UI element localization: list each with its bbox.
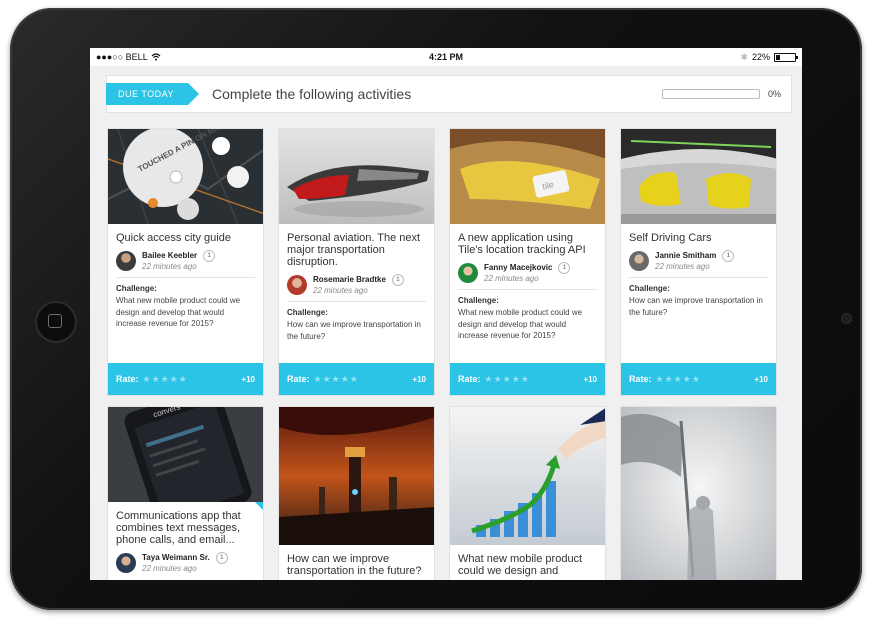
author-time: 22 minutes ago	[142, 564, 197, 573]
status-bar: ●●●○○ BELL 4:21 PM ✱ 22%	[90, 48, 802, 66]
battery-percent: 22%	[751, 52, 770, 62]
author-name: Bailee Keebler	[142, 251, 198, 261]
points-label: +10	[412, 374, 426, 384]
due-today-tag: DUE TODAY	[106, 83, 200, 105]
challenge-text: What new mobile product could we design …	[458, 308, 583, 340]
comment-count[interactable]: 1	[558, 262, 571, 274]
card-image-flag	[621, 407, 776, 580]
bluetooth-icon: ✱	[740, 51, 748, 62]
avatar	[287, 274, 307, 295]
avatar	[116, 250, 136, 271]
activity-card[interactable]: Personal aviation. The next major transp…	[278, 128, 435, 396]
progress: 0%	[661, 89, 781, 99]
card-image-phone: convers	[108, 407, 263, 502]
activity-card[interactable]: TOUCHED A PIN ON MAP Quick access city g…	[107, 128, 264, 396]
divider	[287, 301, 426, 302]
screen: ●●●○○ BELL 4:21 PM ✱ 22% DUE TODAY Compl…	[90, 48, 802, 580]
author-time: 22 minutes ago	[313, 286, 368, 295]
author-time: 22 minutes ago	[484, 274, 539, 283]
rate-label: Rate:	[458, 374, 481, 384]
avatar	[629, 250, 649, 271]
card-author: Taya Weimann Sr. 1 22 minutes ago	[116, 552, 255, 573]
card-image-map: TOUCHED A PIN ON MAP	[108, 129, 263, 224]
points-label: +10	[754, 374, 768, 384]
avatar	[458, 262, 478, 283]
star-rating[interactable]: ★★★★★	[485, 374, 530, 385]
rate-label: Rate:	[116, 374, 139, 384]
progress-bar	[661, 89, 760, 99]
challenge-text: How can we improve transportation in the…	[629, 296, 763, 317]
divider	[629, 277, 768, 278]
due-today-bar: DUE TODAY Complete the following activit…	[106, 75, 792, 113]
challenge-text: What new mobile product could we design …	[116, 296, 241, 328]
card-title: Personal aviation. The next major transp…	[287, 232, 421, 268]
wifi-icon	[151, 53, 161, 61]
challenge-text: How can we improve transportation in the…	[287, 320, 421, 341]
progress-label: 0%	[767, 89, 781, 99]
card-image-car-interior	[621, 129, 776, 224]
card-author: Bailee Keebler 1 22 minutes ago	[116, 250, 255, 271]
comment-count[interactable]: 1	[203, 250, 216, 262]
author-name: Rosemarie Bradtke	[313, 275, 386, 285]
card-title: What new mobile product could we design …	[458, 553, 583, 577]
activity-card[interactable]	[620, 406, 777, 580]
points-label: +10	[583, 374, 597, 384]
home-button[interactable]	[35, 301, 77, 343]
activity-card[interactable]: What new mobile product could we design …	[449, 406, 606, 580]
card-title: Quick access city guide	[116, 232, 231, 244]
card-image-tile: tile	[450, 129, 605, 224]
challenge-label: Challenge:	[287, 308, 328, 317]
author-time: 22 minutes ago	[655, 262, 710, 271]
card-author: Jannie Smitham 1 22 minutes ago	[629, 250, 768, 271]
avatar	[116, 552, 136, 573]
star-rating[interactable]: ★★★★★	[314, 374, 359, 385]
rate-bar: Rate: ★★★★★ +10	[108, 363, 263, 395]
author-name: Fanny Macejkovic	[484, 263, 553, 273]
card-image-futuristic-city	[279, 407, 434, 545]
points-label: +10	[241, 374, 255, 384]
card-author: Rosemarie Bradtke 1 22 minutes ago	[287, 274, 426, 295]
activity-card[interactable]: convers Communications app that combines…	[107, 406, 264, 580]
comment-count[interactable]: 1	[215, 552, 228, 564]
camera-icon	[842, 314, 851, 323]
card-title: A new application using Tile's location …	[458, 232, 586, 256]
card-title: Self Driving Cars	[629, 232, 712, 244]
carrier-label: ●●●○○ BELL	[96, 52, 148, 62]
card-author: Fanny Macejkovic 1 22 minutes ago	[458, 262, 597, 283]
new-badge	[255, 502, 263, 510]
rate-label: Rate:	[629, 374, 652, 384]
card-title: How can we improve transportation in the…	[287, 553, 422, 577]
challenge-label: Challenge:	[116, 284, 157, 293]
divider	[116, 277, 255, 278]
challenge-label: Challenge:	[458, 296, 499, 305]
star-rating[interactable]: ★★★★★	[143, 374, 188, 385]
author-time: 22 minutes ago	[142, 262, 197, 271]
card-title: Communications app that combines text me…	[116, 510, 241, 546]
card-image-growth-chart	[450, 407, 605, 545]
rate-label: Rate:	[287, 374, 310, 384]
clock: 4:21 PM	[428, 52, 463, 62]
card-image-vehicle	[279, 129, 434, 224]
divider	[458, 289, 597, 290]
activity-card[interactable]: tile A new application using Tile's loca…	[449, 128, 606, 396]
due-title: Complete the following activities	[212, 86, 412, 102]
author-name: Taya Weimann Sr.	[142, 553, 210, 563]
comment-count[interactable]: 1	[391, 274, 404, 286]
rate-bar: Rate: ★★★★★ +10	[621, 363, 776, 395]
activity-card[interactable]: Self Driving Cars Jannie Smitham 1 22 min…	[620, 128, 777, 396]
rate-bar: Rate: ★★★★★ +10	[450, 363, 605, 395]
activity-card[interactable]: How can we improve transportation in the…	[278, 406, 435, 580]
rate-bar: Rate: ★★★★★ +10	[279, 363, 434, 395]
comment-count[interactable]: 1	[722, 250, 735, 262]
battery-icon	[774, 52, 798, 62]
challenge-label: Challenge:	[629, 284, 670, 293]
star-rating[interactable]: ★★★★★	[656, 374, 701, 385]
author-name: Jannie Smitham	[655, 251, 717, 261]
